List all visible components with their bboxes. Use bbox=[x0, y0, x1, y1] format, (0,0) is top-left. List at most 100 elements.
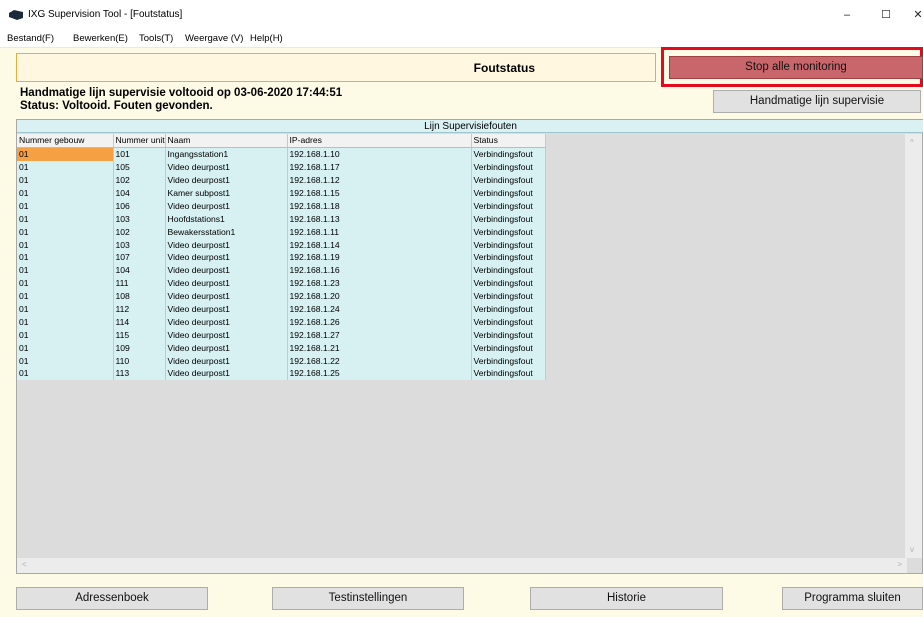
unit-cell[interactable]: 103 bbox=[113, 212, 166, 226]
building-cell[interactable]: 01 bbox=[17, 289, 114, 303]
unit-cell[interactable]: 113 bbox=[113, 367, 166, 380]
ip-cell[interactable]: 192.168.1.19 bbox=[287, 251, 472, 264]
name-cell[interactable]: Video deurpost1 bbox=[165, 315, 288, 329]
unit-cell[interactable]: 101 bbox=[113, 147, 166, 161]
unit-cell[interactable]: 112 bbox=[113, 302, 166, 316]
ip-cell[interactable]: 192.168.1.11 bbox=[287, 225, 472, 239]
status-cell[interactable]: Verbindingsfout bbox=[471, 354, 546, 368]
status-cell[interactable]: Verbindingsfout bbox=[471, 238, 546, 252]
ip-cell[interactable]: 192.168.1.17 bbox=[287, 160, 472, 174]
ip-cell[interactable]: 192.168.1.12 bbox=[287, 173, 472, 187]
name-cell[interactable]: Video deurpost1 bbox=[165, 289, 288, 303]
status-cell[interactable]: Verbindingsfout bbox=[471, 147, 546, 161]
menu-bewerken[interactable]: Bewerken(E) bbox=[73, 33, 128, 44]
status-cell[interactable]: Verbindingsfout bbox=[471, 367, 546, 380]
scroll-up-icon[interactable]: ^ bbox=[910, 138, 914, 147]
status-cell[interactable]: Verbindingsfout bbox=[471, 225, 546, 239]
table-row[interactable]: 01 108 Video deurpost1 192.168.1.20 Verbindi… bbox=[17, 289, 546, 303]
name-cell[interactable]: Video deurpost1 bbox=[165, 173, 288, 187]
building-cell[interactable]: 01 bbox=[17, 367, 114, 380]
unit-cell[interactable]: 104 bbox=[113, 186, 166, 200]
name-cell[interactable]: Bewakersstation1 bbox=[165, 225, 288, 239]
status-cell[interactable]: Verbindingsfout bbox=[471, 186, 546, 200]
name-cell[interactable]: Video deurpost1 bbox=[165, 341, 288, 355]
table-row[interactable]: 01 103 Hoofdstations1 192.168.1.13 Verbindin… bbox=[17, 212, 546, 226]
unit-cell[interactable]: 115 bbox=[113, 328, 166, 342]
ip-cell[interactable]: 192.168.1.18 bbox=[287, 199, 472, 213]
name-cell[interactable]: Video deurpost1 bbox=[165, 354, 288, 368]
ip-cell[interactable]: 192.168.1.10 bbox=[287, 147, 472, 161]
status-cell[interactable]: Verbindingsfout bbox=[471, 251, 546, 264]
minimize-button[interactable]: – bbox=[832, 2, 862, 28]
building-cell[interactable]: 01 bbox=[17, 302, 114, 316]
column-header-name[interactable]: Naam bbox=[165, 134, 288, 148]
status-cell[interactable]: Verbindingsfout bbox=[471, 289, 546, 303]
ip-cell[interactable]: 192.168.1.24 bbox=[287, 302, 472, 316]
status-cell[interactable]: Verbindingsfout bbox=[471, 212, 546, 226]
table-row[interactable]: 01 106 Video deurpost1 192.168.1.18 Verbindi… bbox=[17, 199, 546, 213]
unit-cell[interactable]: 102 bbox=[113, 173, 166, 187]
column-header-status[interactable]: Status bbox=[471, 134, 546, 148]
building-cell[interactable]: 01 bbox=[17, 354, 114, 368]
name-cell[interactable]: Video deurpost1 bbox=[165, 160, 288, 174]
table-row[interactable]: 01 102 Bewakersstation1 192.168.1.11 Verbind… bbox=[17, 225, 546, 239]
status-cell[interactable]: Verbindingsfout bbox=[471, 160, 546, 174]
menu-tools[interactable]: Tools(T) bbox=[139, 33, 173, 44]
unit-cell[interactable]: 108 bbox=[113, 289, 166, 303]
manual-line-supervision-button[interactable]: Handmatige lijn supervisie bbox=[713, 90, 921, 113]
name-cell[interactable]: Video deurpost1 bbox=[165, 276, 288, 290]
scroll-down-icon[interactable]: v bbox=[910, 545, 914, 554]
status-cell[interactable]: Verbindingsfout bbox=[471, 341, 546, 355]
column-header-unit[interactable]: Nummer unit bbox=[113, 134, 166, 148]
vertical-scrollbar[interactable]: ^ v bbox=[905, 134, 922, 558]
building-cell[interactable]: 01 bbox=[17, 225, 114, 239]
table-row[interactable]: 01 102 Video deurpost1 192.168.1.12 Verbindi… bbox=[17, 173, 546, 187]
maximize-button[interactable]: ☐ bbox=[871, 2, 901, 28]
table-row[interactable]: 01 109 Video deurpost1 192.168.1.21 Verbindi… bbox=[17, 341, 546, 355]
history-button[interactable]: Historie bbox=[530, 587, 723, 610]
ip-cell[interactable]: 192.168.1.27 bbox=[287, 328, 472, 342]
name-cell[interactable]: Video deurpost1 bbox=[165, 263, 288, 277]
building-cell[interactable]: 01 bbox=[17, 160, 114, 174]
name-cell[interactable]: Ingangsstation1 bbox=[165, 147, 288, 161]
unit-cell[interactable]: 111 bbox=[113, 276, 166, 290]
table-row[interactable]: 01 113 Video deurpost1 192.168.1.25 Verbindi… bbox=[17, 367, 546, 380]
building-cell[interactable]: 01 bbox=[17, 186, 114, 200]
status-cell[interactable]: Verbindingsfout bbox=[471, 328, 546, 342]
menu-bestand[interactable]: Bestand(F) bbox=[7, 33, 54, 44]
scroll-left-icon[interactable]: < bbox=[22, 560, 27, 569]
horizontal-scrollbar[interactable]: < > bbox=[17, 558, 907, 573]
building-cell[interactable]: 01 bbox=[17, 276, 114, 290]
status-cell[interactable]: Verbindingsfout bbox=[471, 199, 546, 213]
building-cell[interactable]: 01 bbox=[17, 315, 114, 329]
menu-help[interactable]: Help(H) bbox=[250, 33, 283, 44]
name-cell[interactable]: Video deurpost1 bbox=[165, 367, 288, 380]
status-cell[interactable]: Verbindingsfout bbox=[471, 173, 546, 187]
unit-cell[interactable]: 114 bbox=[113, 315, 166, 329]
scroll-right-icon[interactable]: > bbox=[897, 560, 902, 569]
table-row[interactable]: 01 111 Video deurpost1 192.168.1.23 Verbindi… bbox=[17, 276, 546, 290]
status-cell[interactable]: Verbindingsfout bbox=[471, 263, 546, 277]
name-cell[interactable]: Video deurpost1 bbox=[165, 302, 288, 316]
unit-cell[interactable]: 102 bbox=[113, 225, 166, 239]
ip-cell[interactable]: 192.168.1.22 bbox=[287, 354, 472, 368]
test-settings-button[interactable]: Testinstellingen bbox=[272, 587, 464, 610]
ip-cell[interactable]: 192.168.1.20 bbox=[287, 289, 472, 303]
building-cell[interactable]: 01 bbox=[17, 251, 114, 264]
status-cell[interactable]: Verbindingsfout bbox=[471, 315, 546, 329]
name-cell[interactable]: Video deurpost1 bbox=[165, 199, 288, 213]
table-row[interactable]: 01 104 Kamer subpost1 192.168.1.15 Verbindin… bbox=[17, 186, 546, 200]
building-cell[interactable]: 01 bbox=[17, 341, 114, 355]
ip-cell[interactable]: 192.168.1.26 bbox=[287, 315, 472, 329]
menu-weergave[interactable]: Weergave (V) bbox=[185, 33, 243, 44]
name-cell[interactable]: Video deurpost1 bbox=[165, 251, 288, 264]
ip-cell[interactable]: 192.168.1.21 bbox=[287, 341, 472, 355]
ip-cell[interactable]: 192.168.1.23 bbox=[287, 276, 472, 290]
status-cell[interactable]: Verbindingsfout bbox=[471, 276, 546, 290]
building-cell[interactable]: 01 bbox=[17, 173, 114, 187]
table-row[interactable]: 01 105 Video deurpost1 192.168.1.17 Verbindi… bbox=[17, 160, 546, 174]
table-row[interactable]: 01 115 Video deurpost1 192.168.1.27 Verbindi… bbox=[17, 328, 546, 342]
unit-cell[interactable]: 104 bbox=[113, 263, 166, 277]
ip-cell[interactable]: 192.168.1.14 bbox=[287, 238, 472, 252]
table-row[interactable]: 01 112 Video deurpost1 192.168.1.24 Verbindi… bbox=[17, 302, 546, 316]
